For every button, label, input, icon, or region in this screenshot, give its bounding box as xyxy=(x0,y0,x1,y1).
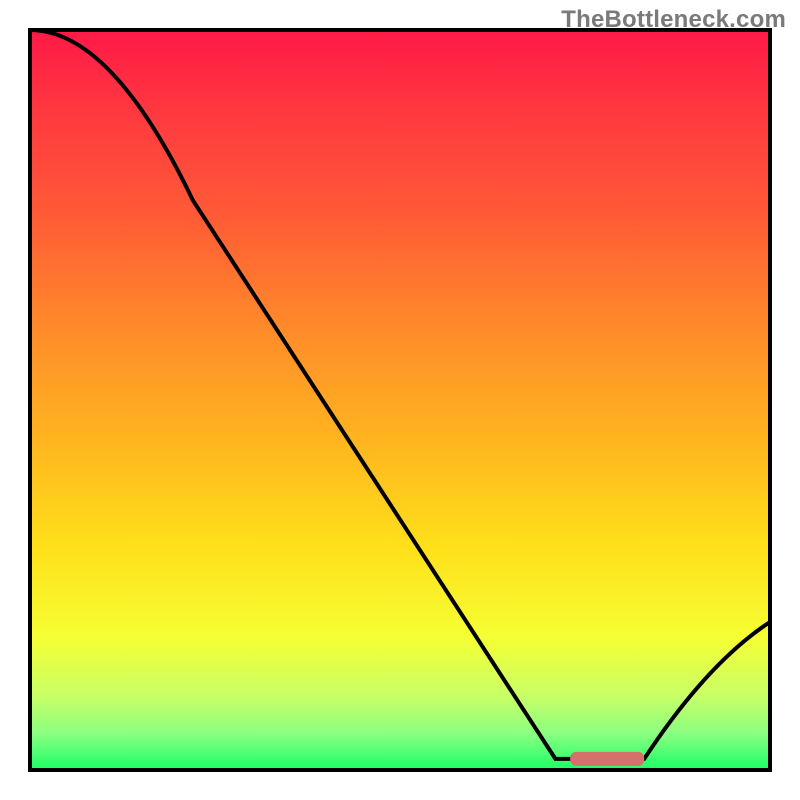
watermark-text: TheBottleneck.com xyxy=(561,6,786,34)
gradient-background xyxy=(30,30,770,770)
chart-container: { "watermark": "TheBottleneck.com", "col… xyxy=(0,0,800,800)
optimal-range-bar xyxy=(570,752,644,766)
bottleneck-chart xyxy=(0,0,800,800)
